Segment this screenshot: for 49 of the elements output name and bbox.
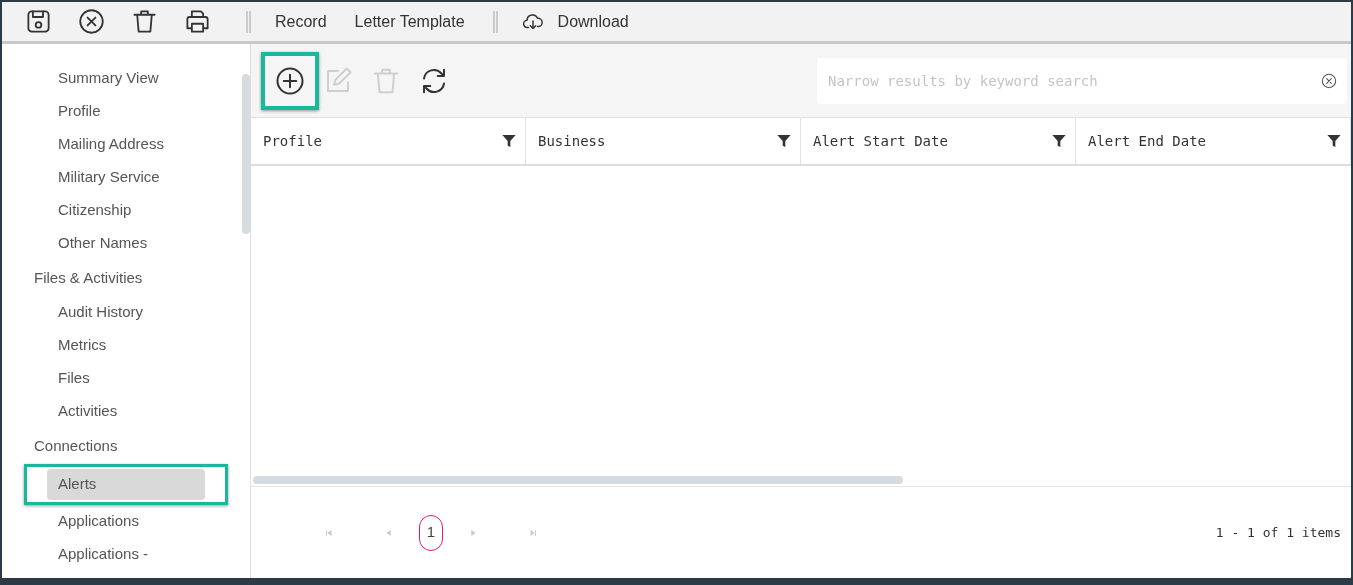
add-button[interactable] — [261, 51, 319, 110]
cancel-button[interactable] — [77, 7, 105, 36]
skip-first-icon — [324, 527, 334, 538]
plus-circle-icon — [275, 65, 305, 96]
close-icon — [77, 8, 105, 35]
save-button[interactable] — [24, 7, 52, 36]
column-header[interactable]: Business — [526, 118, 801, 164]
sidebar-item[interactable]: Citizenship — [47, 195, 205, 226]
printer-icon — [183, 8, 211, 35]
sidebar-group-label[interactable]: Files & Activities — [2, 260, 250, 296]
search-field[interactable]: Narrow results by keyword search — [817, 57, 1347, 104]
triangle-left-icon — [384, 527, 394, 538]
toolbar-separator — [492, 10, 498, 33]
column-header[interactable]: Alert Start Date — [801, 118, 1076, 164]
save-icon — [24, 8, 52, 35]
skip-last-icon — [528, 527, 538, 538]
column-header[interactable]: Profile — [251, 118, 526, 164]
scrollbar-thumb[interactable] — [242, 74, 250, 234]
column-header[interactable]: Alert End Date — [1076, 118, 1351, 164]
sidebar-item[interactable]: Metrics — [47, 330, 205, 361]
toolbar-separator — [246, 10, 251, 33]
sidebar-item[interactable]: Military Service — [47, 162, 205, 193]
filter-icon[interactable] — [1326, 133, 1342, 149]
filter-icon[interactable] — [1051, 133, 1067, 149]
download-button[interactable]: Download — [521, 6, 629, 37]
toolbar-menu-item[interactable]: Record — [261, 6, 341, 37]
sidebar-group-label[interactable]: Connections — [2, 428, 250, 464]
filter-icon[interactable] — [776, 133, 792, 149]
column-title: Business — [538, 131, 606, 151]
sidebar-item[interactable]: Other Names — [47, 228, 205, 259]
sidebar-item[interactable]: Summary View — [47, 63, 205, 94]
clear-icon[interactable] — [1321, 72, 1337, 89]
sidebar-item[interactable]: Files — [47, 363, 205, 394]
print-button[interactable] — [183, 7, 211, 36]
column-title: Profile — [263, 131, 322, 151]
sidebar-item[interactable]: Alerts — [47, 469, 205, 500]
sidebar-item[interactable]: Activities — [47, 396, 205, 427]
filter-icon[interactable] — [501, 133, 517, 149]
pager-info: 1 - 1 of 1 items — [1215, 523, 1341, 542]
horizontal-scrollbar[interactable] — [253, 476, 903, 484]
sidebar-item[interactable]: Applications — [47, 506, 205, 537]
sidebar-item[interactable]: Profile — [47, 96, 205, 127]
toolbar-menu-item[interactable]: Letter Template — [340, 6, 479, 37]
column-title: Alert Start Date — [813, 131, 948, 151]
sidebar-item[interactable]: Applications - — [47, 539, 205, 570]
sidebar-item[interactable]: Mailing Address — [47, 129, 205, 160]
sidebar-item[interactable]: Audit History — [47, 297, 205, 328]
column-title: Alert End Date — [1088, 131, 1206, 151]
triangle-right-icon — [468, 527, 478, 538]
